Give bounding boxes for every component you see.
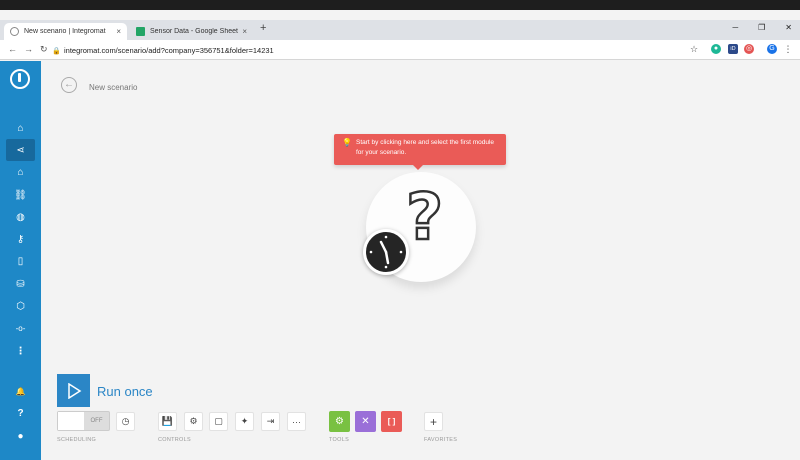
- more-icon[interactable]: ⋮: [6, 340, 35, 362]
- browser-toolbar: ← → ↻ 🔒 integromat.com/scenario/add?comp…: [0, 40, 800, 60]
- extension-icon[interactable]: ●: [711, 44, 721, 54]
- help-icon[interactable]: ?: [6, 402, 35, 424]
- text-parser-icon[interactable]: [ ]: [381, 411, 402, 432]
- new-tab-button[interactable]: +: [260, 23, 266, 34]
- bookmark-star-icon[interactable]: ☆: [689, 44, 699, 54]
- controls-label: CONTROLS: [158, 437, 191, 443]
- address-bar[interactable]: 🔒 integromat.com/scenario/add?company=35…: [52, 42, 692, 58]
- clock-trigger-icon[interactable]: [363, 229, 409, 275]
- globe-icon[interactable]: ◍: [6, 206, 35, 228]
- extension-target-icon[interactable]: ◎: [744, 44, 754, 54]
- toggle-knob: [58, 412, 84, 430]
- tab-google-sheets[interactable]: Sensor Data - Google Sheets ×: [130, 23, 253, 40]
- flow-control-icon[interactable]: ✕: [355, 411, 376, 432]
- profile-avatar[interactable]: G: [767, 44, 777, 54]
- browser-menu-icon[interactable]: ⋮: [783, 44, 793, 54]
- first-module-tooltip: 💡 Start by clicking here and select the …: [334, 134, 506, 170]
- tab-title: Sensor Data - Google Sheets: [150, 28, 239, 35]
- sidebar: ⌂ ⋖ ⌂ ⛓ ◍ ⚷ ▯ ⛁ ⬡ -o- ⋮ 🔔 ? ●: [0, 61, 41, 460]
- schedule-clock-icon[interactable]: ◷: [116, 412, 135, 431]
- clock-face-icon: [369, 235, 403, 269]
- integromat-favicon-icon: [10, 27, 19, 36]
- tools-gear-icon[interactable]: ⚙: [329, 411, 350, 432]
- scheduling-label: SCHEDULING: [57, 437, 97, 443]
- url-text: integromat.com/scenario/add?company=3567…: [64, 45, 274, 55]
- tooltip-text: Start by clicking here and select the fi…: [356, 139, 495, 156]
- integromat-logo[interactable]: [10, 69, 30, 89]
- close-tab-icon[interactable]: ×: [116, 27, 121, 36]
- more-controls-icon[interactable]: ···: [287, 412, 306, 431]
- scheduling-toggle[interactable]: OFF: [57, 411, 110, 431]
- toggle-state: OFF: [90, 418, 103, 424]
- database-icon[interactable]: ⛁: [6, 273, 35, 295]
- box-icon[interactable]: ⬡: [6, 295, 35, 317]
- screen: New scenario | Integromat × Sensor Data …: [0, 0, 800, 460]
- scenario-canvas[interactable]: ← New scenario 💡 Start by clicking here …: [41, 61, 800, 460]
- run-once-button[interactable]: [57, 374, 90, 407]
- run-once-label[interactable]: Run once: [97, 384, 153, 399]
- add-favorite-icon[interactable]: +: [424, 412, 443, 431]
- link-icon[interactable]: ⛓: [6, 184, 35, 206]
- user-icon[interactable]: ●: [6, 425, 35, 447]
- minimize-icon[interactable]: ─: [732, 23, 738, 32]
- back-arrow-icon[interactable]: ←: [61, 77, 77, 93]
- home-icon[interactable]: ⌂: [6, 117, 35, 139]
- auto-align-wand-icon[interactable]: ✦: [235, 412, 254, 431]
- scenarios-share-icon[interactable]: ⋖: [6, 139, 35, 161]
- tab-title: New scenario | Integromat: [24, 28, 106, 35]
- sheets-favicon-icon: [136, 27, 145, 36]
- team-icon[interactable]: ⌂: [6, 161, 35, 183]
- play-icon: [67, 382, 81, 399]
- extension-id-icon[interactable]: iD: [728, 44, 738, 54]
- settings-gear-icon[interactable]: ⚙: [184, 412, 203, 431]
- bell-icon[interactable]: 🔔: [6, 380, 35, 402]
- explain-flow-icon[interactable]: ⇥: [261, 412, 280, 431]
- lock-icon: 🔒: [52, 47, 61, 55]
- scenario-title[interactable]: New scenario: [89, 83, 137, 92]
- key-icon[interactable]: ⚷: [6, 228, 35, 250]
- save-icon[interactable]: 💾: [158, 412, 177, 431]
- favorites-label: FAVORITES: [424, 437, 458, 443]
- bulb-icon: 💡: [342, 138, 352, 147]
- notes-icon[interactable]: ▢: [209, 412, 228, 431]
- window-controls: ─ ❐ ✕: [732, 23, 792, 32]
- forward-icon[interactable]: →: [24, 44, 33, 54]
- tools-label: TOOLS: [329, 437, 350, 443]
- close-window-icon[interactable]: ✕: [785, 23, 792, 32]
- device-icon[interactable]: ▯: [6, 250, 35, 272]
- reload-icon[interactable]: ↻: [40, 44, 48, 55]
- maximize-icon[interactable]: ❐: [758, 23, 765, 32]
- tab-integromat[interactable]: New scenario | Integromat ×: [4, 23, 127, 40]
- back-icon[interactable]: ←: [8, 44, 17, 54]
- question-mark-icon[interactable]: ?: [405, 185, 445, 252]
- browser-tab-bar: New scenario | Integromat × Sensor Data …: [0, 20, 800, 40]
- close-tab-icon[interactable]: ×: [242, 27, 247, 36]
- flow-icon[interactable]: -o-: [6, 317, 35, 339]
